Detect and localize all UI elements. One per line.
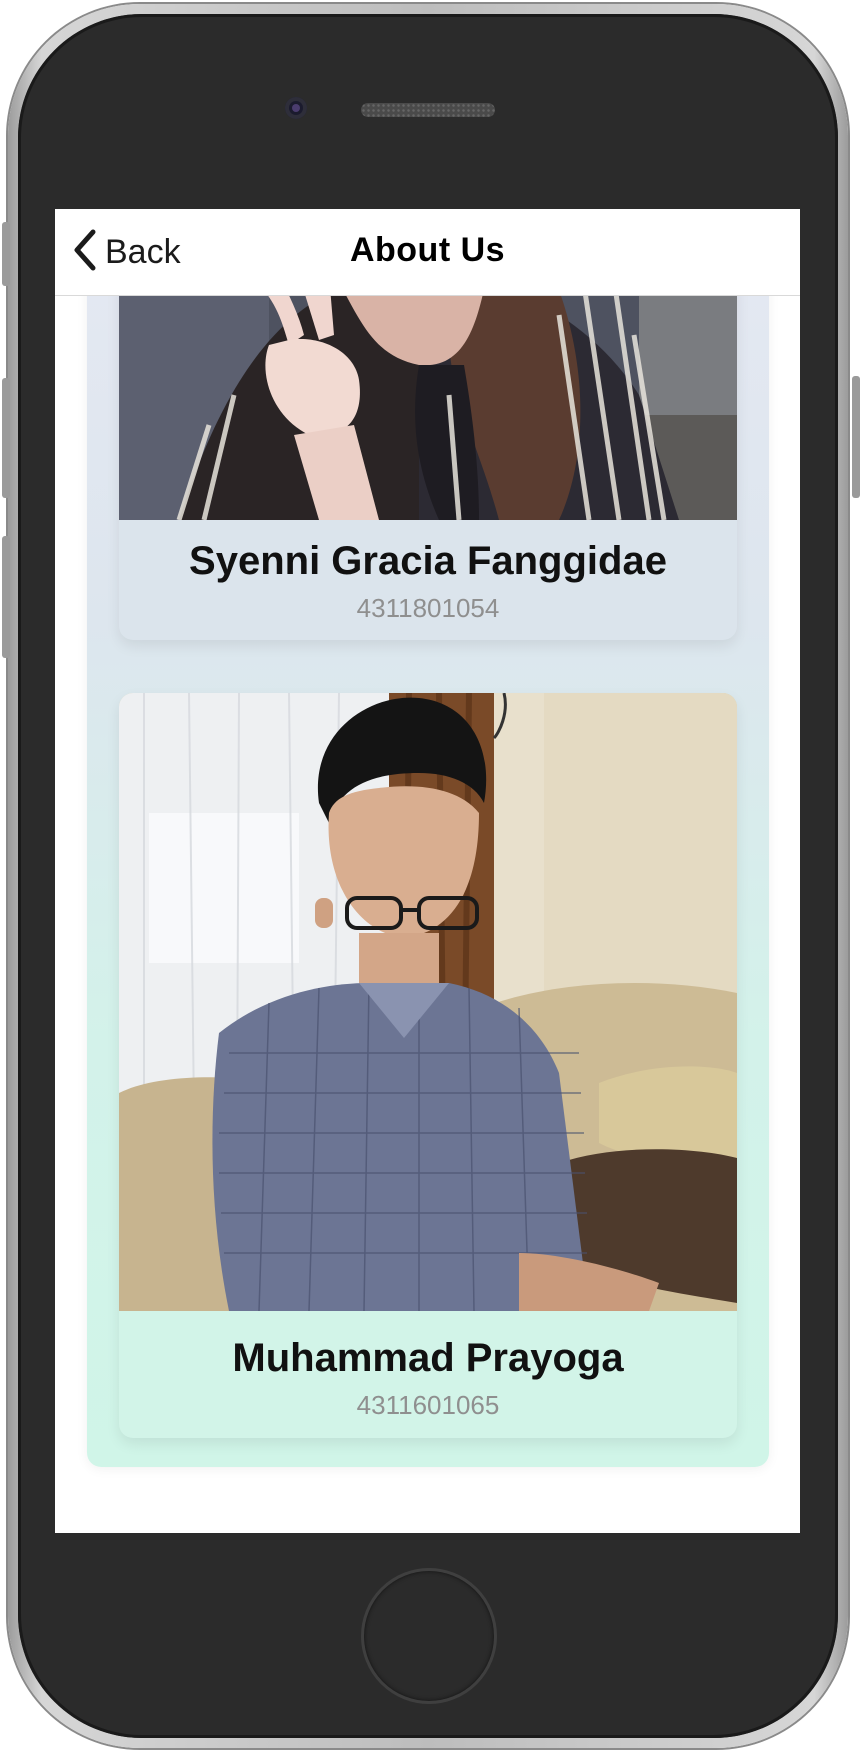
member-name: Syenni Gracia Fanggidae — [189, 539, 667, 583]
power-button — [852, 376, 860, 498]
member-card: Syenni Gracia Fanggidae 4311801054 — [119, 275, 737, 640]
front-camera — [285, 97, 307, 119]
member-id: 4311801054 — [356, 593, 500, 623]
earpiece-speaker — [361, 103, 495, 117]
volume-down-button — [2, 536, 10, 658]
navigation-bar: Back About Us — [55, 209, 800, 296]
home-button[interactable] — [361, 1568, 497, 1704]
member-photo — [119, 693, 737, 1311]
member-id: 4311601065 — [356, 1390, 500, 1420]
mute-switch — [2, 222, 10, 286]
volume-up-button — [2, 378, 10, 498]
member-name: Muhammad Prayoga — [232, 1336, 624, 1380]
member-photo — [119, 275, 737, 520]
app-screen: Back About Us Syenni Gracia Fanggidae 43… — [55, 209, 800, 1533]
member-card: Muhammad Prayoga 4311601065 — [119, 693, 737, 1438]
scroll-content[interactable]: Syenni Gracia Fanggidae 4311801054 Muham… — [55, 255, 800, 1533]
page-title: About Us — [349, 231, 506, 269]
